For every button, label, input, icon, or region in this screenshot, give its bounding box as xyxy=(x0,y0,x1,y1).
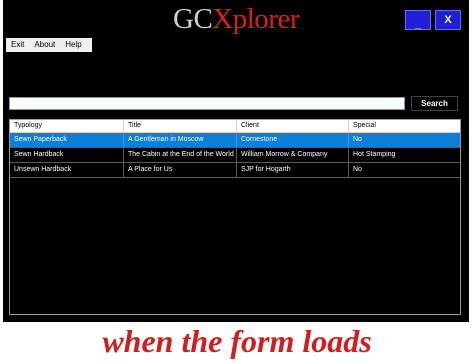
app-window: GCXplorer _ X Exit About Help Search Typ… xyxy=(3,0,469,322)
minimize-icon: _ xyxy=(414,18,422,30)
menu-item-about[interactable]: About xyxy=(29,38,60,52)
cell-special: No xyxy=(353,136,362,143)
close-button[interactable]: X xyxy=(435,10,461,30)
column-header-special[interactable]: Special xyxy=(349,120,460,132)
caption-text: when the form loads xyxy=(102,323,372,359)
cell-client: Cornestone xyxy=(237,133,349,147)
column-header-client[interactable]: Client xyxy=(237,120,349,132)
close-icon: X xyxy=(444,14,452,26)
column-header-title[interactable]: Title xyxy=(124,120,237,132)
cell-typology: Sewn Hardback xyxy=(10,148,124,162)
cell-special: Hot Stamping xyxy=(353,151,396,158)
table-row[interactable]: Sewn Hardback The Cabin at the End of th… xyxy=(10,148,460,163)
cell-client: SJP for Hogarth xyxy=(237,163,349,177)
cell-special: No xyxy=(353,166,362,173)
cell-typology: Unsewn Hardback xyxy=(10,163,124,177)
search-button[interactable]: Search xyxy=(411,96,458,111)
title-bar: GCXplorer _ X xyxy=(3,0,469,38)
app-title: GCXplorer xyxy=(3,2,469,36)
grid-header: Typology Title Client Special xyxy=(10,120,460,133)
cell-title: A Place for Us xyxy=(124,163,237,177)
column-header-typology[interactable]: Typology xyxy=(10,120,124,132)
cell-title: The Cabin at the End of the World xyxy=(124,148,237,162)
table-row[interactable]: Sewn Paperback A Gentleman in Moscow Cor… xyxy=(10,133,460,148)
app-title-xplorer: Xplorer xyxy=(212,3,299,35)
search-input[interactable] xyxy=(9,97,405,110)
cell-title: A Gentleman in Moscow xyxy=(124,133,237,147)
menu-item-exit[interactable]: Exit xyxy=(6,38,29,52)
menu-item-help[interactable]: Help xyxy=(60,38,86,52)
app-title-gc: GC xyxy=(173,3,213,35)
cell-client: William Morrow & Company xyxy=(237,148,349,162)
menu-bar: Exit About Help xyxy=(6,38,92,52)
cell-typology: Sewn Paperback xyxy=(10,133,124,147)
minimize-button[interactable]: _ xyxy=(405,10,431,30)
results-grid: Typology Title Client Special Sewn Paper… xyxy=(9,119,461,315)
table-row[interactable]: Unsewn Hardback A Place for Us SJP for H… xyxy=(10,163,460,178)
